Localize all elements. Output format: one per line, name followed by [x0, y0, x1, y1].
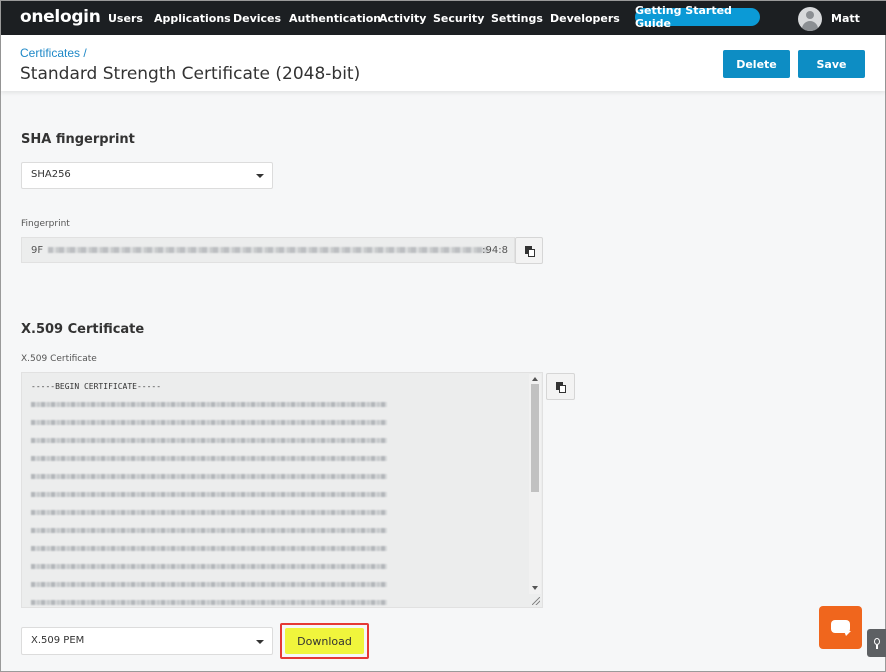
- nav-settings[interactable]: Settings: [491, 12, 543, 25]
- breadcrumb[interactable]: Certificates /: [20, 46, 87, 60]
- certificate-format-select[interactable]: X.509 PEM: [21, 627, 273, 655]
- nav-security[interactable]: Security: [433, 12, 484, 25]
- chat-button[interactable]: [819, 606, 862, 649]
- certificate-redacted-line: [31, 582, 387, 587]
- certificate-redacted-line: [31, 492, 387, 497]
- certificate-redacted-line: [31, 474, 387, 479]
- getting-started-button[interactable]: Getting Started Guide: [635, 4, 760, 30]
- certificate-redacted-line: [31, 600, 387, 605]
- resize-handle-icon[interactable]: [532, 597, 540, 605]
- nav-applications[interactable]: Applications: [154, 12, 231, 25]
- sha-section-title: SHA fingerprint: [21, 132, 135, 147]
- certificate-redacted-line: [31, 402, 387, 407]
- certificate-redacted-line: [31, 456, 387, 461]
- fingerprint-start: 9F: [31, 245, 44, 256]
- copy-fingerprint-button[interactable]: [515, 237, 543, 264]
- user-icon-body: [802, 21, 818, 31]
- help-tab[interactable]: [867, 629, 886, 657]
- avatar[interactable]: [798, 7, 822, 31]
- copy-certificate-button[interactable]: [546, 373, 575, 400]
- download-highlight: Download: [280, 623, 369, 659]
- scroll-thumb[interactable]: [531, 384, 539, 492]
- copy-icon-front: [528, 249, 535, 257]
- top-nav: onelogin Users Applications Devices Auth…: [1, 1, 886, 35]
- chat-icon-tail: [844, 631, 851, 636]
- chevron-down-icon: [256, 174, 264, 178]
- certificate-redacted-line: [31, 438, 387, 443]
- certificate-redacted-line: [31, 528, 387, 533]
- certificate-begin-line: -----BEGIN CERTIFICATE-----: [31, 382, 162, 391]
- certificate-redacted-line: [31, 564, 387, 569]
- x509-section-title: X.509 Certificate: [21, 322, 145, 337]
- chevron-down-icon: [256, 640, 264, 644]
- scroll-up-icon[interactable]: [532, 377, 538, 381]
- onelogin-logo[interactable]: onelogin: [20, 7, 101, 27]
- user-name[interactable]: Matt: [831, 12, 860, 25]
- page-title: Standard Strength Certificate (2048-bit): [20, 64, 361, 84]
- fingerprint-end: :94:8: [482, 245, 508, 256]
- nav-users[interactable]: Users: [108, 12, 143, 25]
- nav-authentication[interactable]: Authentication: [289, 12, 381, 25]
- fingerprint-redacted: [48, 247, 488, 253]
- nav-devices[interactable]: Devices: [233, 12, 281, 25]
- certificate-redacted-line: [31, 546, 387, 551]
- x509-field-label: X.509 Certificate: [21, 354, 97, 364]
- lightbulb-icon-base: [876, 645, 878, 649]
- sha-algorithm-value: SHA256: [31, 169, 71, 180]
- scroll-down-icon[interactable]: [532, 586, 538, 590]
- nav-developers[interactable]: Developers: [550, 12, 620, 25]
- save-button[interactable]: Save: [798, 50, 865, 78]
- fingerprint-field[interactable]: 9F :94:8: [21, 237, 515, 263]
- certificate-redacted-line: [31, 420, 387, 425]
- lightbulb-icon: [874, 638, 880, 645]
- fingerprint-label: Fingerprint: [21, 219, 70, 229]
- certificate-textarea[interactable]: -----BEGIN CERTIFICATE-----: [21, 372, 543, 608]
- certificate-scrollbar[interactable]: [529, 374, 541, 594]
- nav-activity[interactable]: Activity: [379, 12, 426, 25]
- copy-icon-front: [559, 385, 566, 393]
- download-button[interactable]: Download: [285, 628, 364, 654]
- delete-button[interactable]: Delete: [723, 50, 790, 78]
- sha-algorithm-select[interactable]: SHA256: [21, 162, 273, 189]
- certificate-format-value: X.509 PEM: [31, 635, 85, 646]
- certificate-redacted-line: [31, 510, 387, 515]
- user-icon-head: [806, 11, 814, 19]
